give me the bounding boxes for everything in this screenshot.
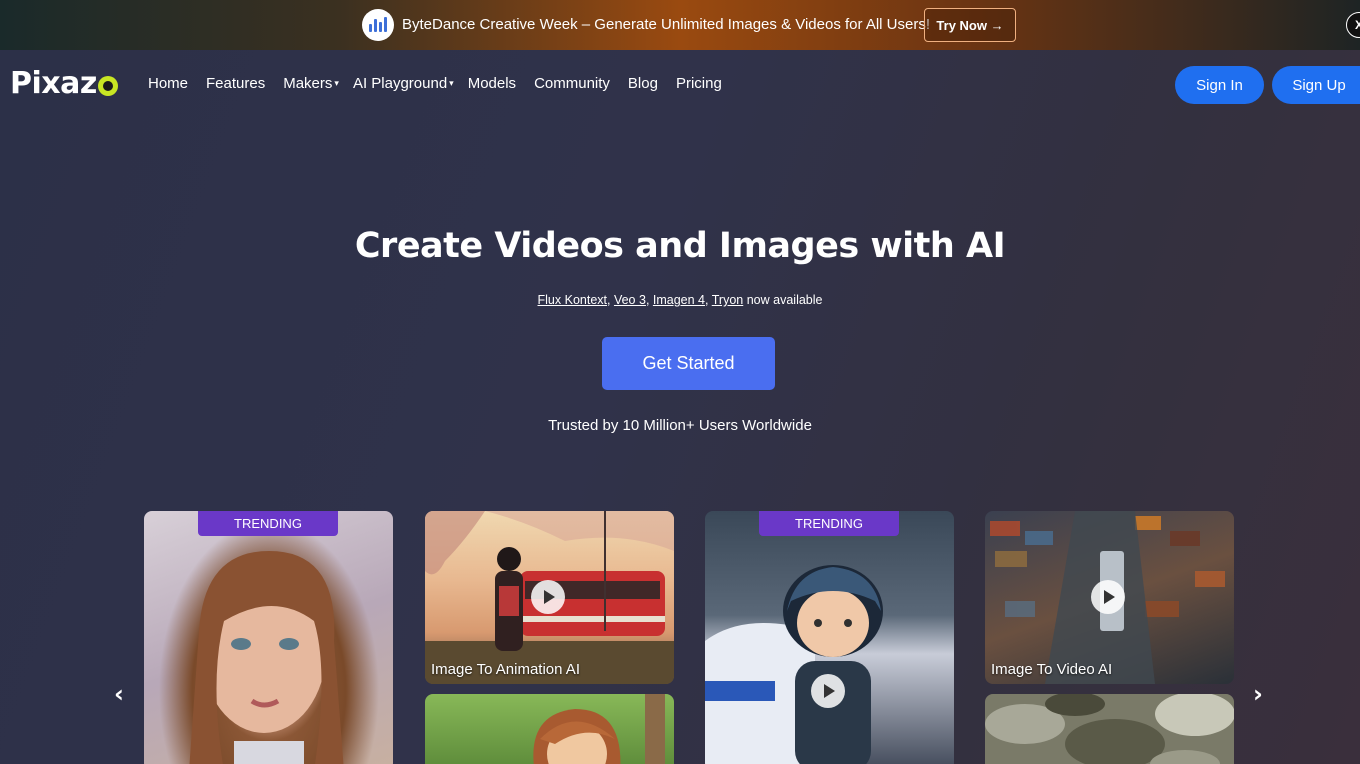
- link-tryon[interactable]: Tryon: [712, 293, 744, 307]
- card-image-to-video[interactable]: Image To Video AI: [985, 511, 1234, 684]
- link-flux-kontext[interactable]: Flux Kontext: [538, 293, 607, 307]
- promo-banner: ByteDance Creative Week – Generate Unlim…: [0, 0, 1360, 50]
- card-camo[interactable]: [985, 694, 1234, 764]
- get-started-button[interactable]: Get Started: [602, 337, 775, 390]
- baby-image: [705, 565, 883, 764]
- carousel-prev-icon[interactable]: ‹: [107, 680, 131, 708]
- nav-ai-playground[interactable]: AI Playground ▾: [353, 75, 454, 92]
- sign-in-button[interactable]: Sign In: [1175, 66, 1264, 104]
- bytedance-logo-icon: [362, 9, 394, 41]
- caret-down-icon: ▾: [449, 78, 454, 88]
- nav-features[interactable]: Features: [206, 75, 265, 92]
- play-icon[interactable]: [1091, 580, 1125, 614]
- trending-badge: TRENDING: [759, 511, 899, 536]
- nav-blog[interactable]: Blog: [628, 75, 658, 92]
- trending-badge: TRENDING: [198, 511, 338, 536]
- portrait-image: [189, 551, 344, 764]
- link-veo-3[interactable]: Veo 3: [614, 293, 646, 307]
- nav-community[interactable]: Community: [534, 75, 610, 92]
- card-anime-portrait[interactable]: [425, 694, 674, 764]
- caret-down-icon: ▾: [334, 78, 339, 88]
- logo-o-icon: [97, 75, 118, 96]
- trending-card-portrait[interactable]: TRENDING: [144, 511, 393, 764]
- try-now-button[interactable]: Try Now →: [924, 8, 1016, 42]
- sign-up-button[interactable]: Sign Up: [1272, 66, 1360, 104]
- promo-text: ByteDance Creative Week – Generate Unlim…: [402, 16, 931, 33]
- close-icon[interactable]: X: [1346, 12, 1360, 38]
- hero-subtitle: Flux Kontext, Veo 3, Imagen 4, Tryon now…: [537, 293, 823, 307]
- nav-makers[interactable]: Makers ▾: [283, 75, 339, 92]
- carousel-next-icon[interactable]: ›: [1246, 680, 1270, 708]
- camo-image: [985, 694, 1234, 764]
- trusted-text: Trusted by 10 Million+ Users Worldwide: [548, 417, 812, 434]
- nav-pricing[interactable]: Pricing: [676, 75, 722, 92]
- card-image-to-animation[interactable]: Image To Animation AI: [425, 511, 674, 684]
- main-nav: Home Features Makers ▾ AI Playground ▾ Mod…: [148, 75, 722, 92]
- play-icon[interactable]: [811, 674, 845, 708]
- card-label: Image To Video AI: [991, 661, 1113, 678]
- logo-text: Pixaz: [10, 66, 97, 101]
- availability-text: now available: [746, 293, 823, 307]
- hero-title: Create Videos and Images with AI: [354, 226, 1006, 266]
- nav-home[interactable]: Home: [148, 75, 188, 92]
- pixazo-logo[interactable]: Pixaz: [10, 66, 118, 101]
- link-imagen-4[interactable]: Imagen 4: [653, 293, 705, 307]
- trending-card-baby[interactable]: TRENDING: [705, 511, 954, 764]
- play-icon[interactable]: [531, 580, 565, 614]
- nav-models[interactable]: Models: [468, 75, 516, 92]
- card-label: Image To Animation AI: [431, 661, 580, 678]
- anime-image: [533, 694, 665, 764]
